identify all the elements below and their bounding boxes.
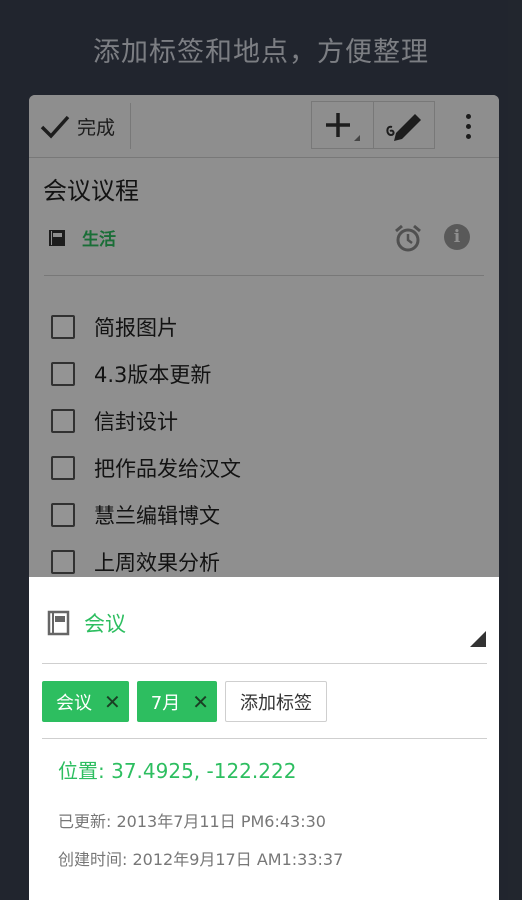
checkmark-icon: [40, 115, 70, 139]
toolbar-separator: [130, 103, 131, 149]
remove-tag-icon[interactable]: ✕: [192, 690, 209, 714]
checklist-item[interactable]: 4.3版本更新: [51, 350, 241, 397]
updated-timestamp: 已更新: 2013年7月11日 PM6:43:30: [58, 812, 326, 831]
more-menu-button[interactable]: [455, 107, 481, 145]
checkbox[interactable]: [51, 549, 75, 574]
handwriting-button[interactable]: [372, 102, 435, 148]
sheet-divider: [42, 663, 487, 664]
plus-icon: [326, 113, 361, 141]
alarm-icon[interactable]: [393, 223, 423, 253]
headline: 添加标签和地点，方便整理: [93, 37, 429, 68]
tag-label: 会议: [56, 692, 92, 714]
checklist-item[interactable]: 简报图片: [51, 303, 241, 350]
remove-tag-icon[interactable]: ✕: [104, 690, 121, 714]
checklist-item-label: 把作品发给汉文: [94, 456, 241, 481]
checklist-item-label: 信封设计: [94, 409, 178, 434]
created-timestamp: 创建时间: 2012年9月17日 AM1:33:37: [58, 850, 344, 869]
tag-label: 7月: [150, 692, 181, 714]
checkbox[interactable]: [51, 502, 75, 527]
handwriting-pen-icon: [386, 114, 421, 141]
notebook-picker[interactable]: 会议: [47, 608, 126, 638]
checkbox[interactable]: [51, 408, 75, 433]
insert-tools: [311, 101, 435, 149]
note-title[interactable]: 会议议程: [43, 171, 139, 206]
header-divider: [44, 275, 484, 276]
checkbox[interactable]: [51, 361, 75, 386]
checklist-item[interactable]: 慧兰编辑博文: [51, 491, 241, 538]
notebook-picker-label: 会议: [84, 612, 126, 636]
notebook-name: 生活: [82, 230, 116, 250]
checkbox[interactable]: [51, 455, 75, 480]
notebook-icon: [47, 610, 70, 636]
tag-list: 会议 ✕ 7月 ✕ 添加标签: [42, 681, 327, 722]
checklist-item-label: 上周效果分析: [94, 550, 220, 575]
checklist: 简报图片 4.3版本更新 信封设计 把作品发给汉文 慧兰编辑博文 上周效果分析: [51, 303, 241, 585]
notebook-icon: [49, 229, 65, 246]
editor-toolbar: 完成: [29, 95, 499, 158]
note-info-sheet: 会议 会议 ✕ 7月 ✕ 添加标签 位置: 37.4925, -122.222 …: [29, 577, 499, 900]
checkbox[interactable]: [51, 314, 75, 339]
done-button[interactable]: 完成: [39, 109, 115, 143]
checklist-item[interactable]: 把作品发给汉文: [51, 444, 241, 491]
dropdown-arrow-icon[interactable]: [470, 631, 486, 647]
done-label: 完成: [77, 116, 116, 139]
add-tag-button[interactable]: 添加标签: [224, 681, 327, 722]
checklist-item-label: 4.3版本更新: [94, 362, 212, 387]
checklist-item[interactable]: 信封设计: [51, 397, 241, 444]
location-text[interactable]: 位置: 37.4925, -122.222: [58, 755, 296, 784]
sheet-divider: [42, 738, 487, 739]
checklist-item-label: 慧兰编辑博文: [94, 503, 220, 528]
add-button[interactable]: [312, 102, 373, 148]
checklist-item-label: 简报图片: [94, 315, 178, 340]
tag-chip[interactable]: 7月 ✕: [136, 681, 217, 722]
tag-chip[interactable]: 会议 ✕: [42, 681, 129, 722]
info-icon[interactable]: i: [444, 224, 470, 250]
notebook-selector[interactable]: 生活: [47, 225, 116, 250]
